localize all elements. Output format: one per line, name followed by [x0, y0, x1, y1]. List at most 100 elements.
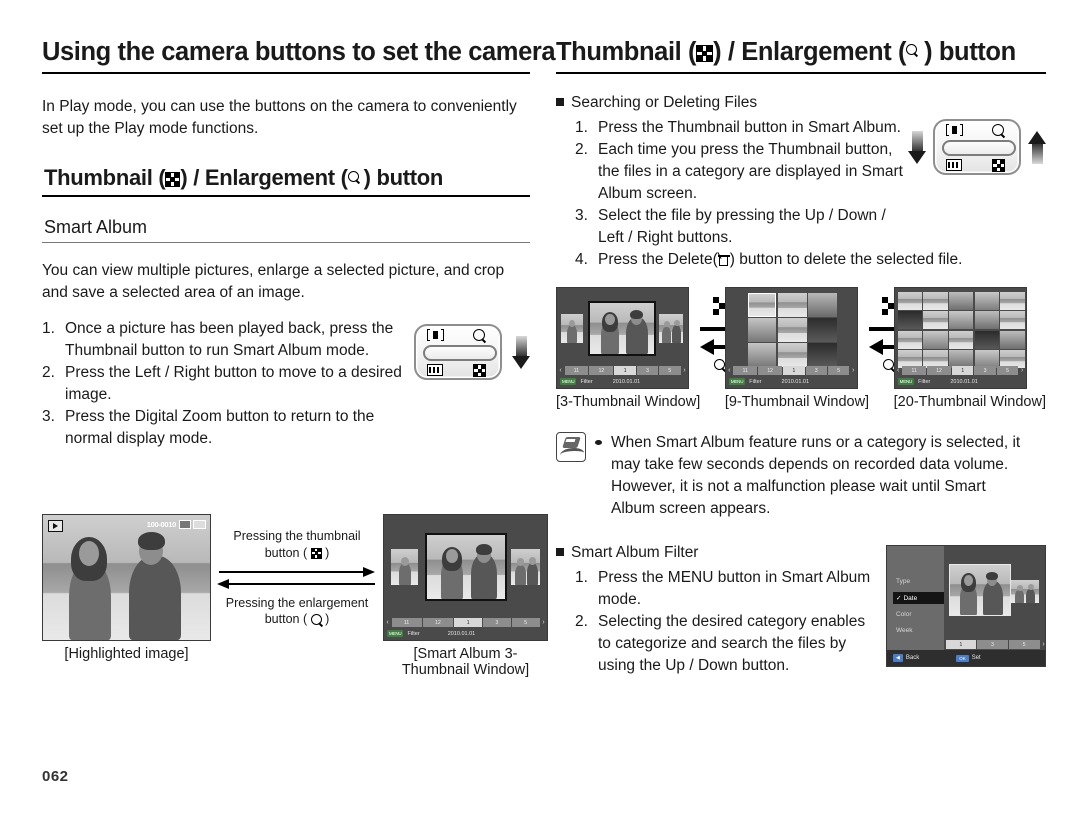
menu-item-type[interactable]: Type	[893, 576, 944, 587]
thumbnail-cell[interactable]	[897, 330, 922, 349]
thumbnail-cell[interactable]	[974, 292, 999, 310]
filmstrip[interactable]: ‹ 11 12 1 3 5 ›	[557, 366, 688, 376]
zoom-lever[interactable]	[933, 119, 1021, 176]
filmstrip-cell[interactable]: 3	[636, 366, 659, 376]
filmstrip-cell-selected[interactable]: 1	[454, 618, 482, 628]
step-number: 3.	[42, 408, 55, 426]
thumbnail-cell[interactable]	[777, 293, 807, 317]
thumbnail-cell[interactable]	[974, 311, 999, 330]
thumbnail-cell[interactable]	[777, 343, 807, 368]
filmstrip-next-arrow[interactable]: ›	[1040, 640, 1045, 649]
caption-9-thumbnail-window: [9-Thumbnail Window]	[724, 394, 870, 411]
thumbnail-current[interactable]	[588, 301, 656, 357]
filmstrip[interactable]: ‹ 11 12 1 3 5 ›	[384, 618, 547, 628]
thumbnail-cell[interactable]	[923, 330, 948, 349]
lcd-status-bar: MENU Filter 2010.01.01	[725, 375, 857, 389]
ok-button-chip[interactable]: OK	[956, 654, 969, 662]
filmstrip-cell[interactable]: 5	[996, 366, 1019, 376]
thumbnail-cell[interactable]	[949, 311, 974, 330]
filmstrip[interactable]: ‹ 11 12 1 3 5 ›	[895, 366, 1026, 376]
filmstrip-cell[interactable]: 3	[805, 366, 827, 376]
lever-bar[interactable]	[423, 345, 497, 362]
thumbnail-cell[interactable]	[808, 293, 837, 317]
thumbnail-cell[interactable]	[747, 343, 777, 368]
step-text: Press the Thumbnail button in Smart Albu…	[598, 119, 901, 137]
filmstrip-prev-arrow[interactable]: ‹	[384, 618, 391, 627]
menu-chip[interactable]: MENU	[728, 378, 746, 386]
magnifier-icon	[473, 329, 487, 343]
thumbnail-cell[interactable]	[808, 343, 837, 368]
thumbnail-prev[interactable]	[561, 314, 583, 344]
filmstrip-prev-arrow[interactable]: ‹	[726, 366, 733, 375]
filmstrip-cell-selected[interactable]: 1	[945, 640, 977, 650]
thumbnail-next[interactable]	[659, 314, 683, 344]
zoom-lever[interactable]	[414, 324, 502, 381]
thumbnail-cell[interactable]	[923, 311, 948, 330]
filmstrip-cell[interactable]: 12	[422, 618, 454, 628]
zoom-wide-icon	[427, 329, 444, 342]
menu-item-date[interactable]: ✓ Date	[893, 592, 944, 605]
list-item: 1. Press the MENU button in Smart Album …	[575, 567, 878, 611]
filmstrip-cell[interactable]: 5	[827, 366, 850, 376]
filmstrip-cell[interactable]: 11	[902, 366, 926, 376]
filmstrip-cell[interactable]: 3	[977, 640, 1008, 650]
note-text: When Smart Album feature runs or a categ…	[611, 434, 1021, 518]
lever-bar[interactable]	[942, 140, 1016, 157]
filmstrip-cell[interactable]: 11	[564, 366, 589, 376]
filmstrip-next-arrow[interactable]: ›	[540, 618, 547, 627]
filmstrip-cell-selected[interactable]: 1	[614, 366, 636, 376]
thumbnail-cell[interactable]	[747, 293, 777, 317]
filmstrip-next-arrow[interactable]: ›	[850, 366, 857, 375]
filmstrip-cell[interactable]: 5	[511, 618, 540, 628]
filter-category-menu[interactable]: Type ✓ Date Color Week	[887, 546, 944, 667]
thumbnail-cell[interactable]	[747, 318, 777, 342]
preview-current-image[interactable]	[949, 564, 1011, 617]
thumbnail-cell[interactable]	[897, 311, 922, 330]
filmstrip-cell[interactable]: 12	[589, 366, 614, 376]
filmstrip-cell[interactable]: 5	[1008, 640, 1040, 650]
thumbnail-cell[interactable]	[777, 318, 807, 342]
thumbnail-cell[interactable]	[808, 318, 837, 342]
caption-highlighted-image: [Highlighted image]	[64, 646, 189, 663]
filmstrip-prev-arrow[interactable]: ‹	[895, 366, 902, 375]
thumbnail-cell[interactable]	[949, 292, 974, 310]
filmstrip-cell-selected[interactable]: 1	[783, 366, 805, 376]
thumbnail-cell[interactable]	[897, 292, 922, 310]
thumbnail-next[interactable]	[511, 549, 540, 586]
filmstrip-cell[interactable]: 3	[974, 366, 996, 376]
thumbnail-cell[interactable]	[923, 292, 948, 310]
filmstrip-next-arrow[interactable]: ›	[681, 366, 688, 375]
back-button-chip[interactable]: ◀	[893, 654, 903, 663]
thumbnail-prev[interactable]	[391, 549, 418, 586]
list-item: 1. Press the Thumbnail button in Smart A…	[575, 117, 908, 139]
menu-chip[interactable]: MENU	[387, 630, 404, 638]
filmstrip-cell[interactable]: 12	[758, 366, 783, 376]
menu-item-week[interactable]: Week	[893, 625, 944, 636]
thumbnail-cell[interactable]	[1000, 292, 1025, 310]
menu-chip[interactable]: MENU	[897, 378, 915, 386]
thumbnail-cell[interactable]	[949, 330, 974, 349]
right-steps-list: 1. Press the Thumbnail button in Smart A…	[556, 117, 908, 249]
thumbnail-cell[interactable]	[974, 330, 999, 349]
filmstrip-cell[interactable]: 5	[659, 366, 681, 376]
filmstrip-cell[interactable]: 3	[483, 618, 511, 628]
filmstrip-cell[interactable]: 11	[391, 618, 422, 628]
preview-next-image[interactable]	[1011, 580, 1039, 604]
filmstrip-cell[interactable]: 11	[733, 366, 758, 376]
section-title-text: Searching or Deleting Files	[571, 94, 758, 112]
menu-item-color[interactable]: Color	[893, 609, 944, 620]
thumbnail-cell[interactable]	[1000, 311, 1025, 330]
section-title-searching-deleting: Searching or Deleting Files	[556, 92, 1046, 114]
filmstrip-cell[interactable]: 12	[926, 366, 952, 376]
step-text: Press the Delete( ) button to delete the…	[598, 251, 963, 269]
filmstrip-prev-arrow[interactable]: ‹	[557, 366, 564, 375]
menu-chip[interactable]: MENU	[560, 378, 577, 386]
filmstrip[interactable]: 1 3 5 ›	[945, 640, 1045, 650]
step-text: Selecting the desired category enables t…	[598, 613, 866, 675]
note-pen-icon	[556, 432, 586, 463]
thumbnail-current[interactable]	[425, 533, 507, 602]
filmstrip-cell-selected[interactable]: 1	[952, 366, 974, 376]
filmstrip[interactable]: ‹ 11 12 1 3 5 ›	[726, 366, 857, 376]
filmstrip-next-arrow[interactable]: ›	[1019, 366, 1026, 375]
thumbnail-cell[interactable]	[1000, 330, 1025, 349]
